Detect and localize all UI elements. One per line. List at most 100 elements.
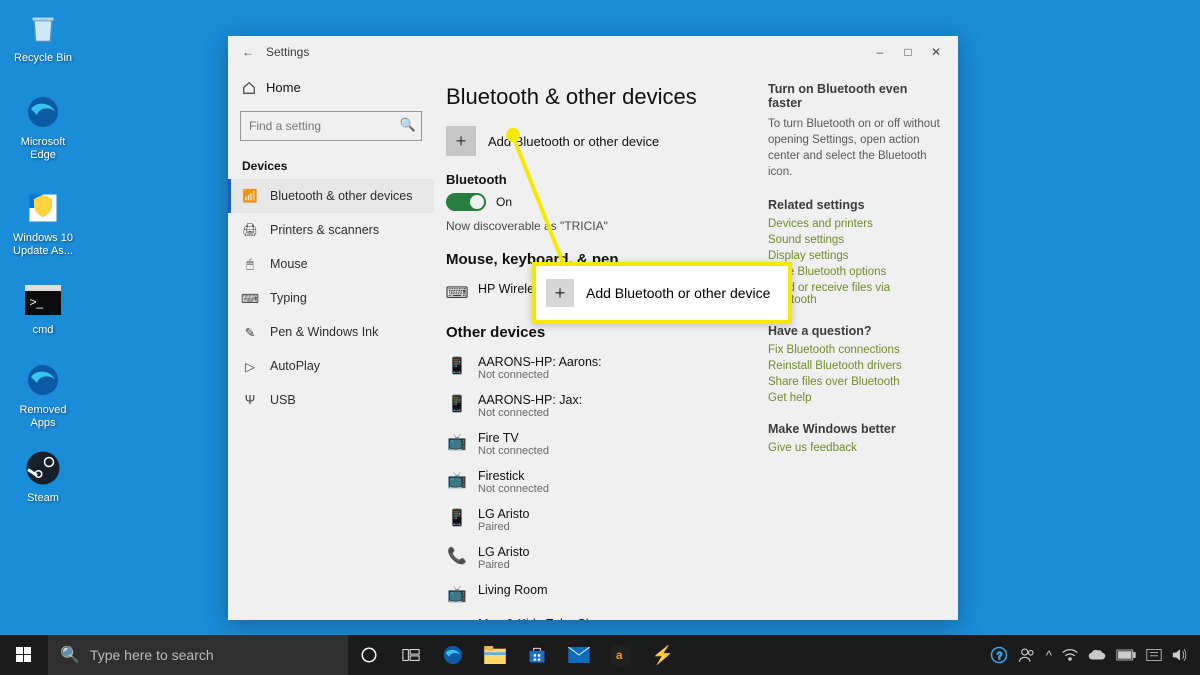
desktop-icon-recycle-bin[interactable]: Recycle Bin [8, 8, 78, 65]
settings-main: Bluetooth & other devices + Add Bluetoot… [434, 68, 958, 620]
nav-mouse[interactable]: 🖱Mouse [228, 247, 434, 281]
annotation-callout: + Add Bluetooth or other device [532, 262, 792, 324]
settings-window: ← Settings – □ ✕ Home 🔍 Devices 📶Bluetoo… [228, 36, 958, 620]
taskbar-app-explorer[interactable] [474, 635, 516, 675]
device-icon: 📞 [446, 545, 468, 567]
device-icon: 📱 [446, 393, 468, 415]
keyboard-icon: ⌨ [446, 282, 468, 304]
related-link[interactable]: Display settings [768, 250, 940, 262]
maximize-button[interactable]: □ [894, 45, 922, 59]
desktop-icon-label: Microsoft Edge [8, 136, 78, 162]
steam-icon [23, 448, 63, 488]
tip-text: To turn Bluetooth on or off without open… [768, 116, 940, 180]
other-devices-heading: Other devices [446, 324, 750, 341]
nav-autoplay[interactable]: ▷AutoPlay [228, 349, 434, 383]
minimize-button[interactable]: – [866, 45, 894, 59]
tray-battery-icon[interactable] [1116, 649, 1136, 661]
desktop-icon-label: Steam [8, 492, 78, 505]
annotation-dot [506, 128, 520, 142]
cortana-button[interactable] [348, 635, 390, 675]
taskbar-app-edge[interactable] [432, 635, 474, 675]
nav-printers-scanners[interactable]: 🖨Printers & scanners [228, 213, 434, 247]
toggle-switch-on [446, 193, 486, 211]
edge-icon [23, 360, 63, 400]
terminal-icon: >_ [23, 280, 63, 320]
taskbar-app-amazon[interactable]: a [600, 635, 642, 675]
desktop-icon-label: Recycle Bin [8, 52, 78, 65]
start-button[interactable] [0, 635, 48, 675]
search-icon: 🔍 [400, 117, 416, 133]
discoverable-status: Now discoverable as "TRICIA" [446, 219, 750, 233]
search-input[interactable] [240, 111, 422, 141]
sidebar-section-heading: Devices [228, 149, 434, 179]
taskbar-search-placeholder: Type here to search [90, 647, 214, 663]
device-item[interactable]: 📺Meg & Kids Echo Show [446, 611, 750, 620]
nav-usb[interactable]: ΨUSB [228, 383, 434, 417]
device-item[interactable]: 📱LG AristoPaired [446, 501, 750, 539]
desktop-icon-label: cmd [8, 324, 78, 337]
desktop-icon-win10-update[interactable]: Windows 10 Update As... [8, 188, 78, 258]
device-item[interactable]: 📱AARONS-HP: Aarons:Not connected [446, 349, 750, 387]
tray-wifi-icon[interactable] [1062, 648, 1078, 662]
toggle-on-label: On [496, 195, 512, 209]
tray-people-icon[interactable] [1018, 646, 1036, 664]
related-link[interactable]: Send or receive files via Bluetooth [768, 282, 940, 306]
device-item[interactable]: 📞LG AristoPaired [446, 539, 750, 577]
autoplay-icon: ▷ [242, 358, 258, 374]
search-icon: 🔍 [60, 645, 80, 665]
nav-bluetooth-other-devices[interactable]: 📶Bluetooth & other devices [228, 179, 434, 213]
desktop-icon-edge[interactable]: Microsoft Edge [8, 92, 78, 162]
nav-pen-ink[interactable]: ✎Pen & Windows Ink [228, 315, 434, 349]
device-item[interactable]: 📺Fire TVNot connected [446, 425, 750, 463]
device-icon: 📱 [446, 507, 468, 529]
task-view-button[interactable] [390, 635, 432, 675]
windows-icon [16, 647, 32, 663]
close-button[interactable]: ✕ [922, 45, 950, 59]
bluetooth-heading: Bluetooth [446, 172, 750, 187]
plus-icon: + [446, 126, 476, 156]
back-button[interactable]: ← [236, 45, 260, 59]
feedback-link[interactable]: Give us feedback [768, 442, 940, 454]
desktop-icon-removed-apps[interactable]: Removed Apps [8, 360, 78, 430]
taskbar-search[interactable]: 🔍 Type here to search [48, 635, 348, 675]
desktop-icon-steam[interactable]: Steam [8, 448, 78, 505]
bluetooth-toggle[interactable]: On [446, 193, 750, 211]
help-link[interactable]: Fix Bluetooth connections [768, 344, 940, 356]
tray-chevron-up-icon[interactable]: ^ [1046, 648, 1052, 663]
taskbar-app-generic[interactable]: ⚡ [642, 635, 684, 675]
device-item[interactable]: 📺Living Room [446, 577, 750, 611]
tray-onedrive-icon[interactable] [1088, 649, 1106, 661]
page-title: Bluetooth & other devices [446, 84, 750, 110]
add-device-button[interactable]: + Add Bluetooth or other device [446, 126, 750, 156]
device-icon: 📺 [446, 583, 468, 605]
nav-typing[interactable]: ⌨Typing [228, 281, 434, 315]
device-icon: 📺 [446, 431, 468, 453]
device-item[interactable]: 📱AARONS-HP: Jax:Not connected [446, 387, 750, 425]
keyboard-icon: ⌨ [242, 290, 258, 306]
usb-icon: Ψ [242, 392, 258, 408]
pen-icon: ✎ [242, 324, 258, 340]
related-link[interactable]: More Bluetooth options [768, 266, 940, 278]
help-link[interactable]: Share files over Bluetooth [768, 376, 940, 388]
tray-volume-icon[interactable] [1172, 648, 1188, 662]
taskbar-app-mail[interactable] [558, 635, 600, 675]
bluetooth-icon: 📶 [242, 188, 258, 204]
svg-text:a: a [616, 649, 623, 662]
svg-text:?: ? [997, 651, 1003, 662]
svg-text:>_: >_ [30, 295, 44, 309]
desktop-icon-label: Removed Apps [8, 404, 78, 430]
help-link[interactable]: Get help [768, 392, 940, 404]
tray-help-icon[interactable]: ? [990, 646, 1008, 664]
device-icon: 📺 [446, 469, 468, 491]
shield-icon [23, 188, 63, 228]
related-link[interactable]: Sound settings [768, 234, 940, 246]
help-link[interactable]: Reinstall Bluetooth drivers [768, 360, 940, 372]
settings-search[interactable]: 🔍 [240, 111, 422, 141]
device-item[interactable]: 📺FirestickNot connected [446, 463, 750, 501]
taskbar-app-store[interactable] [516, 635, 558, 675]
related-link[interactable]: Devices and printers [768, 218, 940, 230]
nav-home[interactable]: Home [228, 72, 434, 103]
desktop-icon-cmd[interactable]: >_ cmd [8, 280, 78, 337]
nav-home-label: Home [266, 80, 301, 95]
tray-input-icon[interactable] [1146, 648, 1162, 662]
